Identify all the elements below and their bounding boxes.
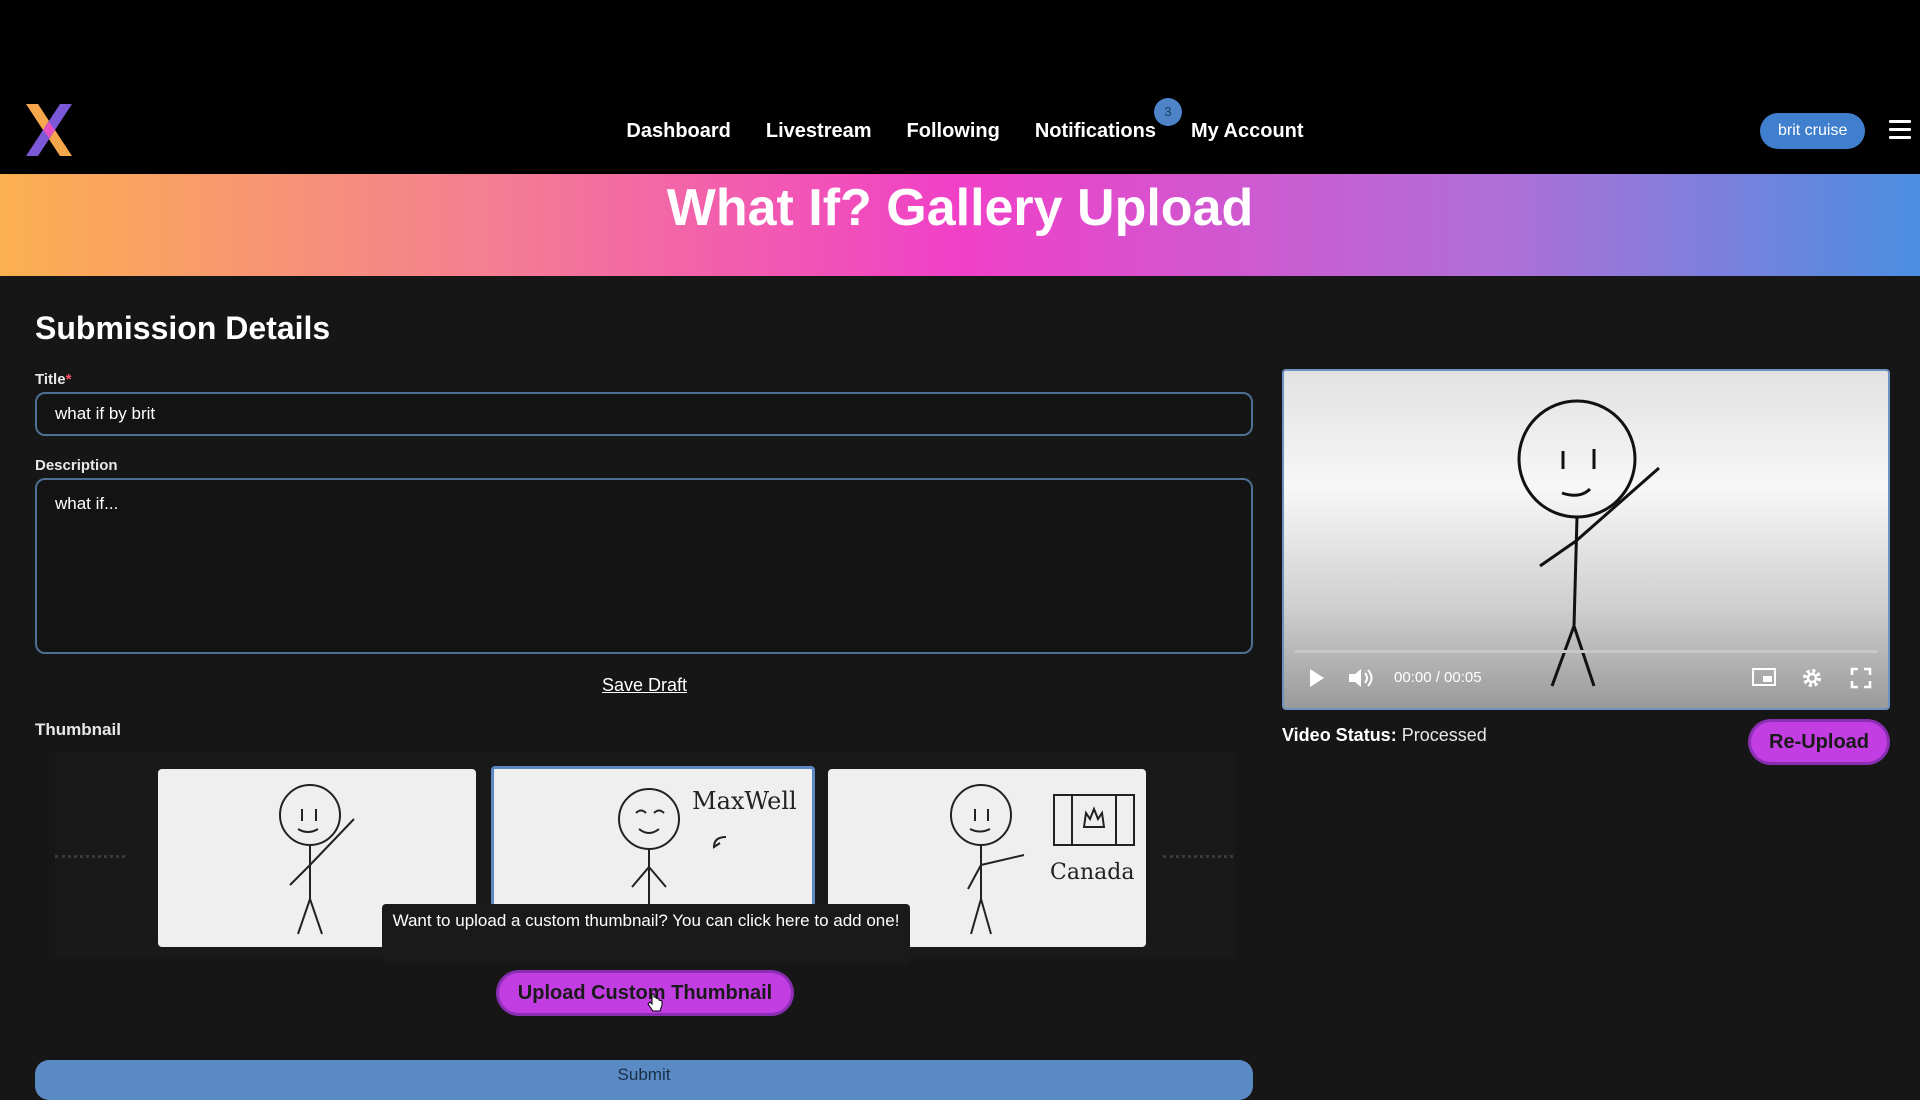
thumbnail-handwriting-maxwell: MaxWell (692, 787, 797, 815)
hamburger-menu-icon[interactable] (1889, 120, 1911, 142)
fullscreen-icon[interactable] (1850, 667, 1872, 689)
volume-icon[interactable] (1348, 667, 1374, 689)
upload-custom-thumbnail-button[interactable]: Upload Custom Thumbnail (499, 973, 791, 1013)
section-title: Submission Details (35, 310, 330, 347)
video-status-label: Video Status: (1282, 725, 1397, 745)
nav-following[interactable]: Following (907, 120, 1000, 143)
picture-in-picture-icon[interactable] (1752, 667, 1776, 687)
description-textarea[interactable]: what if... (35, 478, 1253, 654)
top-navbar: Dashboard Livestream Following Notificat… (0, 88, 1920, 174)
nav-dashboard[interactable]: Dashboard (626, 120, 730, 143)
required-mark: * (66, 371, 72, 388)
reupload-button[interactable]: Re-Upload (1751, 722, 1887, 762)
video-status-value: Processed (1402, 725, 1487, 745)
user-menu-button[interactable]: brit cruise (1760, 113, 1865, 149)
thumbnail-handwriting-canada: Canada (1050, 860, 1134, 885)
hand-cursor-icon (647, 993, 663, 1013)
nav-links: Dashboard Livestream Following Notificat… (0, 88, 1920, 174)
play-icon[interactable] (1308, 667, 1326, 689)
submit-button[interactable]: Submit (35, 1060, 1253, 1100)
video-controls: 00:00 / 00:05 (1284, 650, 1888, 708)
title-label: Title* (35, 371, 71, 388)
nav-notifications-label: Notifications (1035, 120, 1156, 142)
video-time: 00:00 / 00:05 (1394, 669, 1482, 686)
nav-my-account[interactable]: My Account (1191, 120, 1304, 143)
page-title: What If? Gallery Upload (0, 176, 1920, 240)
custom-thumbnail-tooltip: Want to upload a custom thumbnail? You c… (382, 904, 910, 964)
description-label: Description (35, 457, 118, 474)
carousel-left-edge (55, 855, 125, 858)
top-letterbox (0, 0, 1920, 88)
thumbnail-label: Thumbnail (35, 720, 121, 740)
notification-badge: 3 (1154, 98, 1182, 126)
title-input[interactable] (35, 392, 1253, 436)
carousel-right-edge (1163, 855, 1233, 858)
video-player[interactable]: 00:00 / 00:05 (1282, 369, 1890, 710)
nav-livestream[interactable]: Livestream (766, 120, 872, 143)
video-status: Video Status: Processed (1282, 725, 1487, 746)
settings-gear-icon[interactable] (1801, 667, 1823, 689)
nav-notifications[interactable]: Notifications 3 (1035, 120, 1156, 143)
save-draft-link[interactable]: Save Draft (602, 675, 687, 696)
